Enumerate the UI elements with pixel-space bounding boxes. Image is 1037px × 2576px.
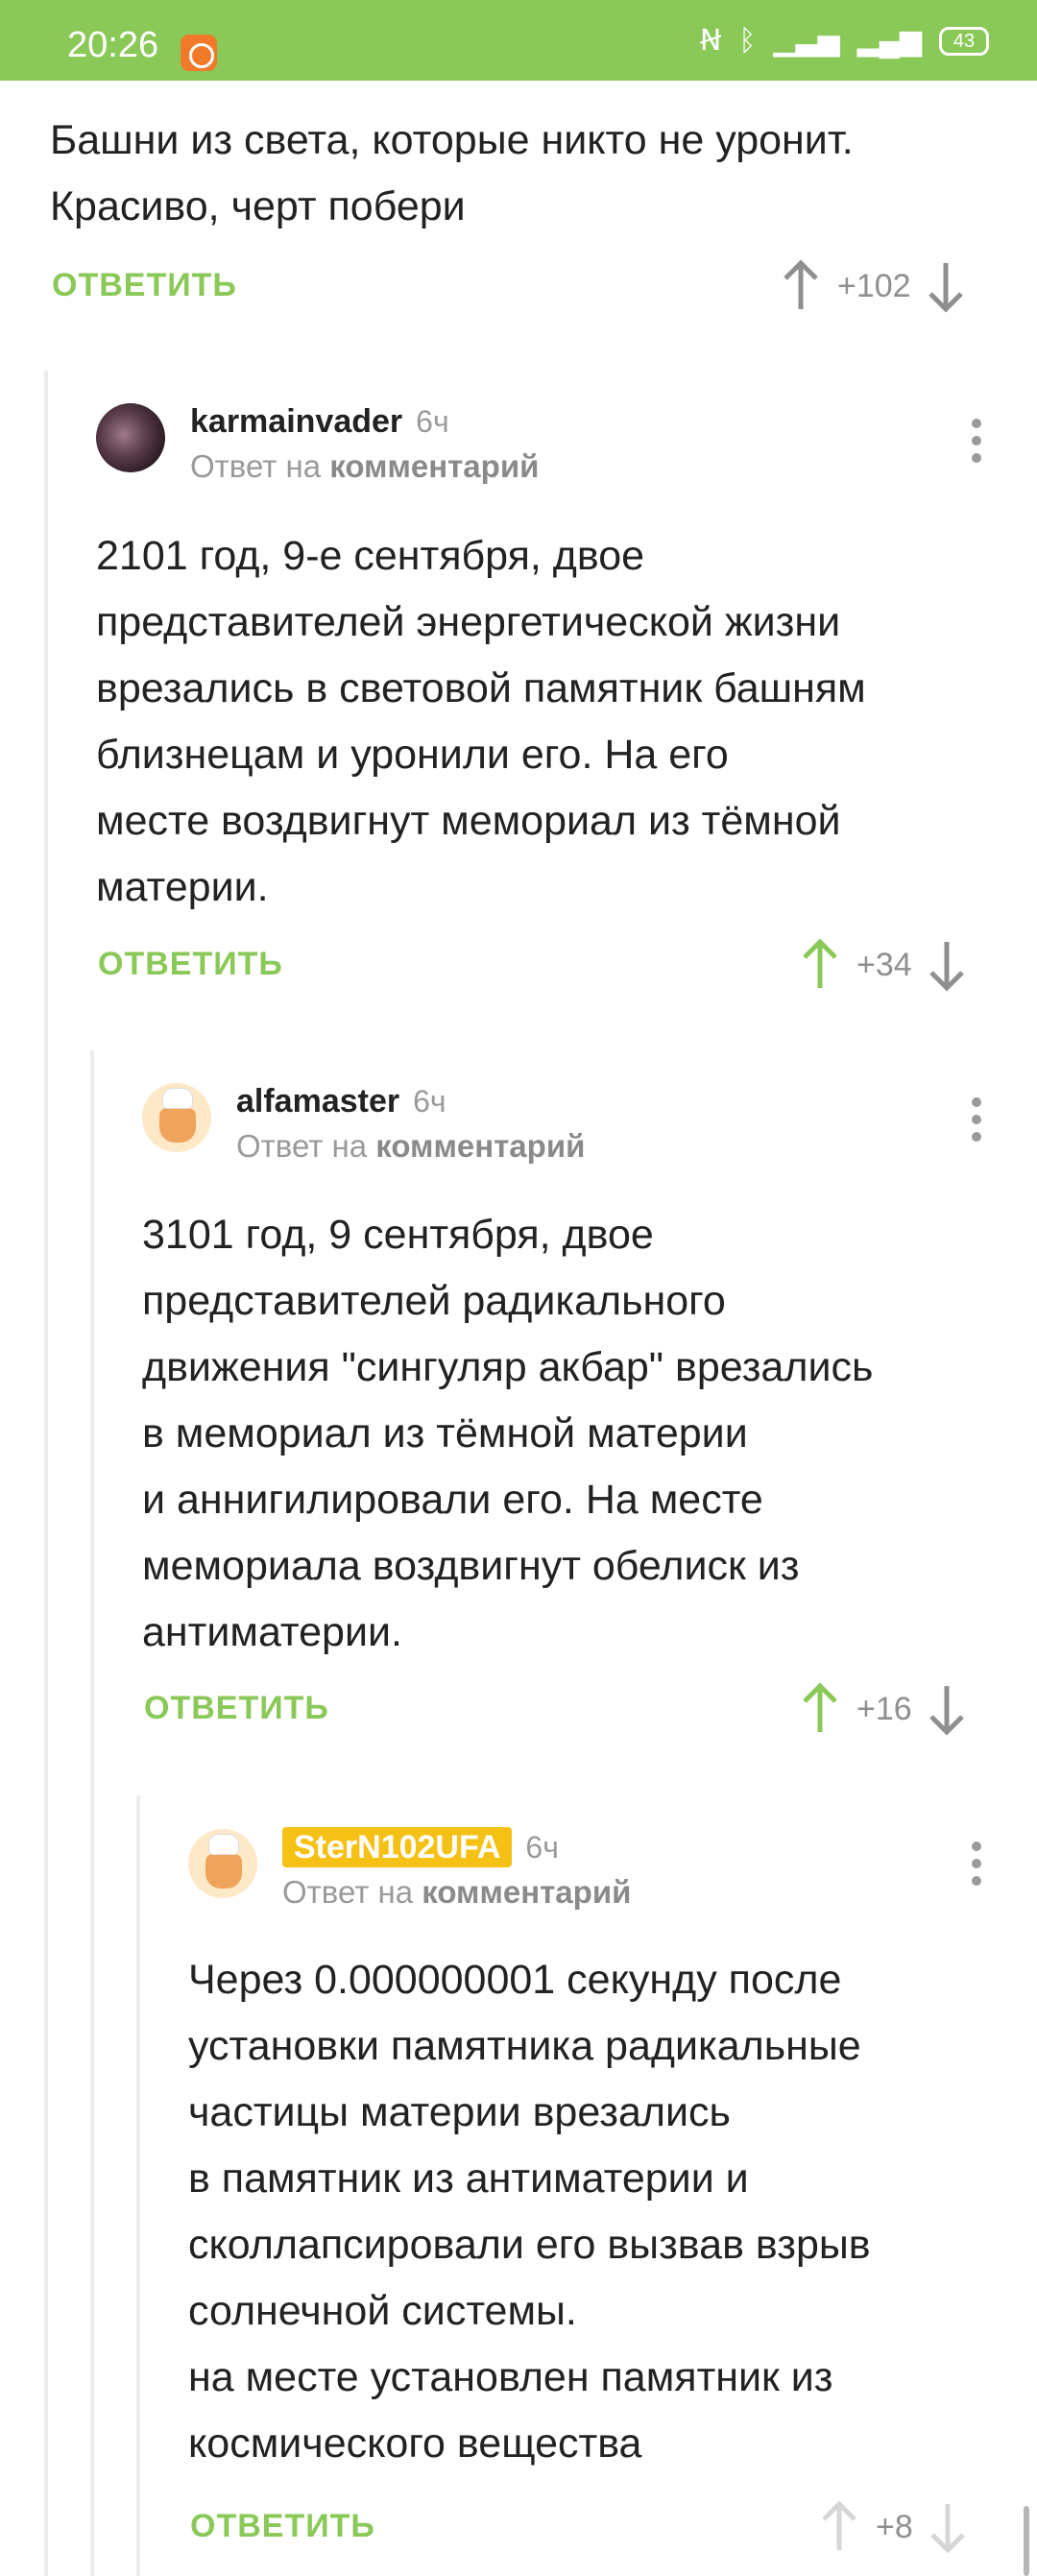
comment-2: 3101 год, 9 сентября, двое представителе… xyxy=(142,1202,1018,1666)
comment-1-vote: +34 xyxy=(799,938,968,992)
comment-1-actions: ОТВЕТИТЬ xyxy=(98,946,283,983)
upvote-icon[interactable] xyxy=(818,2500,860,2554)
comment-3: Через 0.000000001 секунду после установк… xyxy=(188,1947,1024,2477)
status-bar: 20:26 Ꞥ ᛒ ▁▃▅ ▂▄▆ 43 xyxy=(0,0,1037,81)
comment-3-header: SterN102UFA 6ч Ответ на комментарий xyxy=(188,1827,631,1911)
downvote-icon[interactable] xyxy=(926,1682,968,1736)
time-ago: 6ч xyxy=(413,1084,446,1119)
comment-text: 2101 год, 9-е сентября, двое представите… xyxy=(96,533,866,910)
comment-text: 3101 год, 9 сентября, двое представителе… xyxy=(142,1212,874,1655)
reply-target-link[interactable]: комментарий xyxy=(329,448,539,484)
time-ago: 6ч xyxy=(525,1830,559,1865)
downvote-icon[interactable] xyxy=(927,2500,969,2554)
comment-1-header: karmainvader 6ч Ответ на комментарий xyxy=(96,403,539,485)
comment-3-actions: ОТВЕТИТЬ xyxy=(190,2508,375,2545)
comment-1: 2101 год, 9-е сентября, двое представите… xyxy=(96,523,1018,921)
status-time: 20:26 xyxy=(67,25,159,65)
signal-hplus-icon: ▂▄▆ xyxy=(856,25,922,57)
thread-line-level3 xyxy=(136,1795,140,2576)
thread-line-level2 xyxy=(90,1050,94,2576)
comment-3-vote: +8 xyxy=(818,2500,969,2554)
vote-score: +34 xyxy=(856,946,912,983)
reply-button[interactable]: ОТВЕТИТЬ xyxy=(144,1690,329,1727)
time-ago: 6ч xyxy=(416,404,449,439)
nfc-icon: Ꞥ xyxy=(699,25,722,57)
more-options-icon[interactable] xyxy=(972,419,983,470)
comment-0-vote: +102 xyxy=(780,259,967,313)
downvote-icon[interactable] xyxy=(925,259,967,313)
comment-text: Через 0.000000001 секунду после установк… xyxy=(188,1957,871,2467)
comment-2-header: alfamaster 6ч Ответ на комментарий xyxy=(142,1083,585,1165)
reply-prefix: Ответ на xyxy=(236,1128,368,1164)
avatar[interactable] xyxy=(188,1829,257,1898)
reply-button[interactable]: ОТВЕТИТЬ xyxy=(52,267,237,304)
comment-text: Башни из света, которые никто не уронит.… xyxy=(50,117,854,229)
signal-r-icon: ▁▃▅ xyxy=(773,25,840,57)
upvote-icon[interactable] xyxy=(799,938,841,992)
system-icons: Ꞥ ᛒ ▁▃▅ ▂▄▆ 43 xyxy=(700,25,989,58)
reply-target-link[interactable]: комментарий xyxy=(375,1128,585,1164)
reply-target-link[interactable]: комментарий xyxy=(422,1874,631,1910)
vote-score: +102 xyxy=(837,267,911,304)
reply-prefix: Ответ на xyxy=(190,448,322,484)
app-notification-icon xyxy=(181,35,217,71)
avatar[interactable] xyxy=(142,1083,211,1152)
comment-2-vote: +16 xyxy=(799,1682,968,1736)
comment-2-actions: ОТВЕТИТЬ xyxy=(144,1690,329,1727)
vote-score: +16 xyxy=(856,1690,912,1727)
battery-icon: 43 xyxy=(939,27,989,56)
vote-score: +8 xyxy=(876,2508,913,2545)
username[interactable]: alfamaster xyxy=(236,1083,399,1119)
more-options-icon[interactable] xyxy=(972,1842,983,1893)
scrollbar[interactable] xyxy=(1024,2506,1029,2576)
thread-line-level1 xyxy=(44,371,48,2576)
downvote-icon[interactable] xyxy=(926,938,968,992)
reply-button[interactable]: ОТВЕТИТЬ xyxy=(190,2508,375,2545)
upvote-icon[interactable] xyxy=(780,259,822,313)
avatar[interactable] xyxy=(96,403,165,472)
comment-0-actions: ОТВЕТИТЬ xyxy=(52,267,237,304)
username[interactable]: karmainvader xyxy=(190,403,402,440)
username[interactable]: SterN102UFA xyxy=(282,1827,513,1867)
comment-0: Башни из света, которые никто не уронит.… xyxy=(50,108,1001,240)
bluetooth-icon: ᛒ xyxy=(738,25,757,57)
reply-button[interactable]: ОТВЕТИТЬ xyxy=(98,946,283,983)
upvote-icon[interactable] xyxy=(799,1682,841,1736)
more-options-icon[interactable] xyxy=(972,1097,983,1149)
reply-prefix: Ответ на xyxy=(282,1874,414,1910)
